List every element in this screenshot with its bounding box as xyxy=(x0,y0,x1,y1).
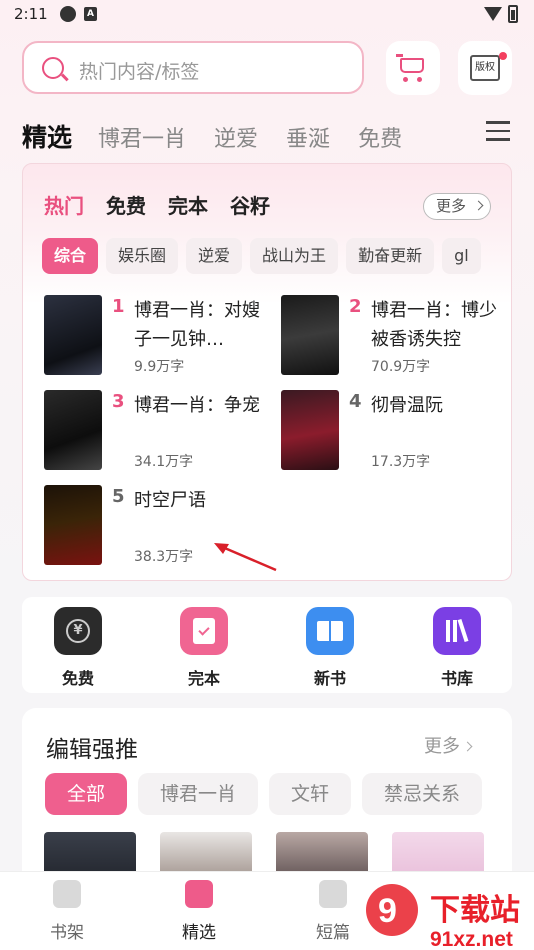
book-cover xyxy=(281,390,339,470)
tab-free[interactable]: 免费 xyxy=(358,121,402,153)
book-cover xyxy=(44,390,102,470)
book-item[interactable]: 3 博君一肖：争宠 34.1万字 xyxy=(44,390,274,472)
book-cover xyxy=(44,485,102,565)
chip-entertainment[interactable]: 娱乐圈 xyxy=(106,238,179,274)
chevron-right-icon xyxy=(462,741,473,752)
chip-gl[interactable]: gl xyxy=(442,238,481,274)
open-book-icon xyxy=(306,607,354,655)
copyright-button[interactable]: 版权 xyxy=(458,41,512,95)
book-item[interactable]: 2 博君一肖：博少被香诱失控 70.9万字 xyxy=(281,295,511,377)
hot-ranking-card: 热门 免费 完本 谷籽 更多 综合 娱乐圈 逆爱 战山为王 勤奋更新 gl 1 博君一肖：… xyxy=(22,163,512,581)
battery-icon xyxy=(508,5,518,23)
more-button[interactable]: 更多 xyxy=(423,193,491,220)
book-rank: 1 xyxy=(112,296,125,317)
nav-short[interactable]: 短篇 xyxy=(298,880,368,943)
book-title: 博君一肖：争宠 xyxy=(134,395,260,416)
status-bar: 2:11 A xyxy=(0,0,534,30)
tab-chuixian[interactable]: 垂涎 xyxy=(286,121,330,153)
status-time: 2:11 xyxy=(14,5,48,23)
star-icon xyxy=(185,880,213,908)
chip-frequent-update[interactable]: 勤奋更新 xyxy=(346,238,435,274)
search-bar[interactable]: 热门内容/标签 xyxy=(22,41,364,94)
annotation-arrow-icon xyxy=(214,543,277,572)
menu-icon[interactable] xyxy=(486,121,510,141)
short-story-icon xyxy=(319,880,347,908)
quick-link-label: 完本 xyxy=(187,669,220,688)
editor-more-button[interactable]: 更多 xyxy=(424,732,473,758)
book-word-count: 38.3万字 xyxy=(134,549,194,565)
book-title: 博君一肖：博少被香诱失控 xyxy=(371,300,497,350)
quick-link-new[interactable]: 新书 xyxy=(290,607,370,689)
app-notification-icon xyxy=(60,6,76,22)
more-label: 更多 xyxy=(436,197,467,215)
nav-bookshelf[interactable]: 书架 xyxy=(32,880,102,943)
chip-bojunyixiao[interactable]: 博君一肖 xyxy=(138,773,259,815)
section-title: 编辑强推 xyxy=(46,737,138,763)
ranking-subtabs: 热门 免费 完本 谷籽 xyxy=(44,190,292,219)
quick-link-label: 书库 xyxy=(440,669,473,688)
cart-icon xyxy=(400,58,424,73)
book-word-count: 70.9万字 xyxy=(371,359,431,375)
chip-all[interactable]: 全部 xyxy=(45,773,128,815)
watermark-text: 下载站 xyxy=(430,893,520,928)
watermark-logo: 9 下载站 91xz.net xyxy=(366,884,520,950)
copyright-icon: 版权 xyxy=(470,55,500,81)
book-word-count: 17.3万字 xyxy=(371,454,431,470)
notification-dot xyxy=(499,52,507,60)
quick-link-label: 新书 xyxy=(313,669,346,688)
book-word-count: 34.1万字 xyxy=(134,454,194,470)
book-title: 时空尸语 xyxy=(134,490,206,511)
wifi-icon xyxy=(484,7,502,21)
chip-all[interactable]: 综合 xyxy=(42,238,99,274)
book-cover xyxy=(44,295,102,375)
subtab-guzi[interactable]: 谷籽 xyxy=(230,190,270,219)
subtab-free[interactable]: 免费 xyxy=(106,190,146,219)
book-item[interactable]: 1 博君一肖：对嫂子一见钟… 9.9万字 xyxy=(44,295,274,377)
book-item[interactable]: 4 彻骨温阮 17.3万字 xyxy=(281,390,511,472)
quick-links: ¥ 免费 完本 新书 书库 xyxy=(22,597,512,693)
subtab-hot[interactable]: 热门 xyxy=(44,190,84,219)
book-rank: 2 xyxy=(349,296,362,317)
subtab-completed[interactable]: 完本 xyxy=(168,190,208,219)
nav-featured[interactable]: 精选 xyxy=(164,880,234,943)
quick-link-completed[interactable]: 完本 xyxy=(164,607,244,689)
editor-chips: 全部 博君一肖 文轩 禁忌关系 xyxy=(45,773,493,815)
chevron-right-icon xyxy=(473,200,484,211)
nav-label: 精选 xyxy=(182,923,216,943)
svg-text:9: 9 xyxy=(378,892,397,930)
tab-featured[interactable]: 精选 xyxy=(22,118,72,154)
book-cover xyxy=(281,295,339,375)
a-notification-icon: A xyxy=(84,7,97,21)
book-rank: 5 xyxy=(112,486,125,507)
chip-niai[interactable]: 逆爱 xyxy=(186,238,243,274)
book-word-count: 9.9万字 xyxy=(134,359,185,375)
tab-bojunyixiao[interactable]: 博君一肖 xyxy=(98,121,186,153)
category-tabs: 精选 博君一肖 逆爱 垂涎 免费 xyxy=(22,118,430,152)
library-icon xyxy=(433,607,481,655)
book-rank: 3 xyxy=(112,391,125,412)
search-placeholder: 热门内容/标签 xyxy=(79,61,200,83)
chip-forbidden[interactable]: 禁忌关系 xyxy=(362,773,483,815)
yuan-coin-icon: ¥ xyxy=(54,607,102,655)
nav-label: 书架 xyxy=(50,923,84,943)
quick-link-label: 免费 xyxy=(61,669,94,688)
quick-link-free[interactable]: ¥ 免费 xyxy=(38,607,118,689)
check-book-icon xyxy=(180,607,228,655)
chip-wenxuan[interactable]: 文轩 xyxy=(269,773,352,815)
tab-niai[interactable]: 逆爱 xyxy=(214,121,258,153)
search-icon xyxy=(42,57,64,79)
bookshelf-icon xyxy=(53,880,81,908)
book-title: 彻骨温阮 xyxy=(371,395,443,416)
genre-chips: 综合 娱乐圈 逆爱 战山为王 勤奋更新 gl xyxy=(42,238,502,276)
quick-link-library[interactable]: 书库 xyxy=(417,607,497,689)
nav-label: 短篇 xyxy=(316,923,350,943)
book-rank: 4 xyxy=(349,391,362,412)
book-title: 博君一肖：对嫂子一见钟… xyxy=(134,300,260,350)
chip-zhanshan[interactable]: 战山为王 xyxy=(250,238,339,274)
more-label: 更多 xyxy=(424,736,460,757)
cart-button[interactable] xyxy=(386,41,440,95)
watermark-domain: 91xz.net xyxy=(430,928,513,950)
